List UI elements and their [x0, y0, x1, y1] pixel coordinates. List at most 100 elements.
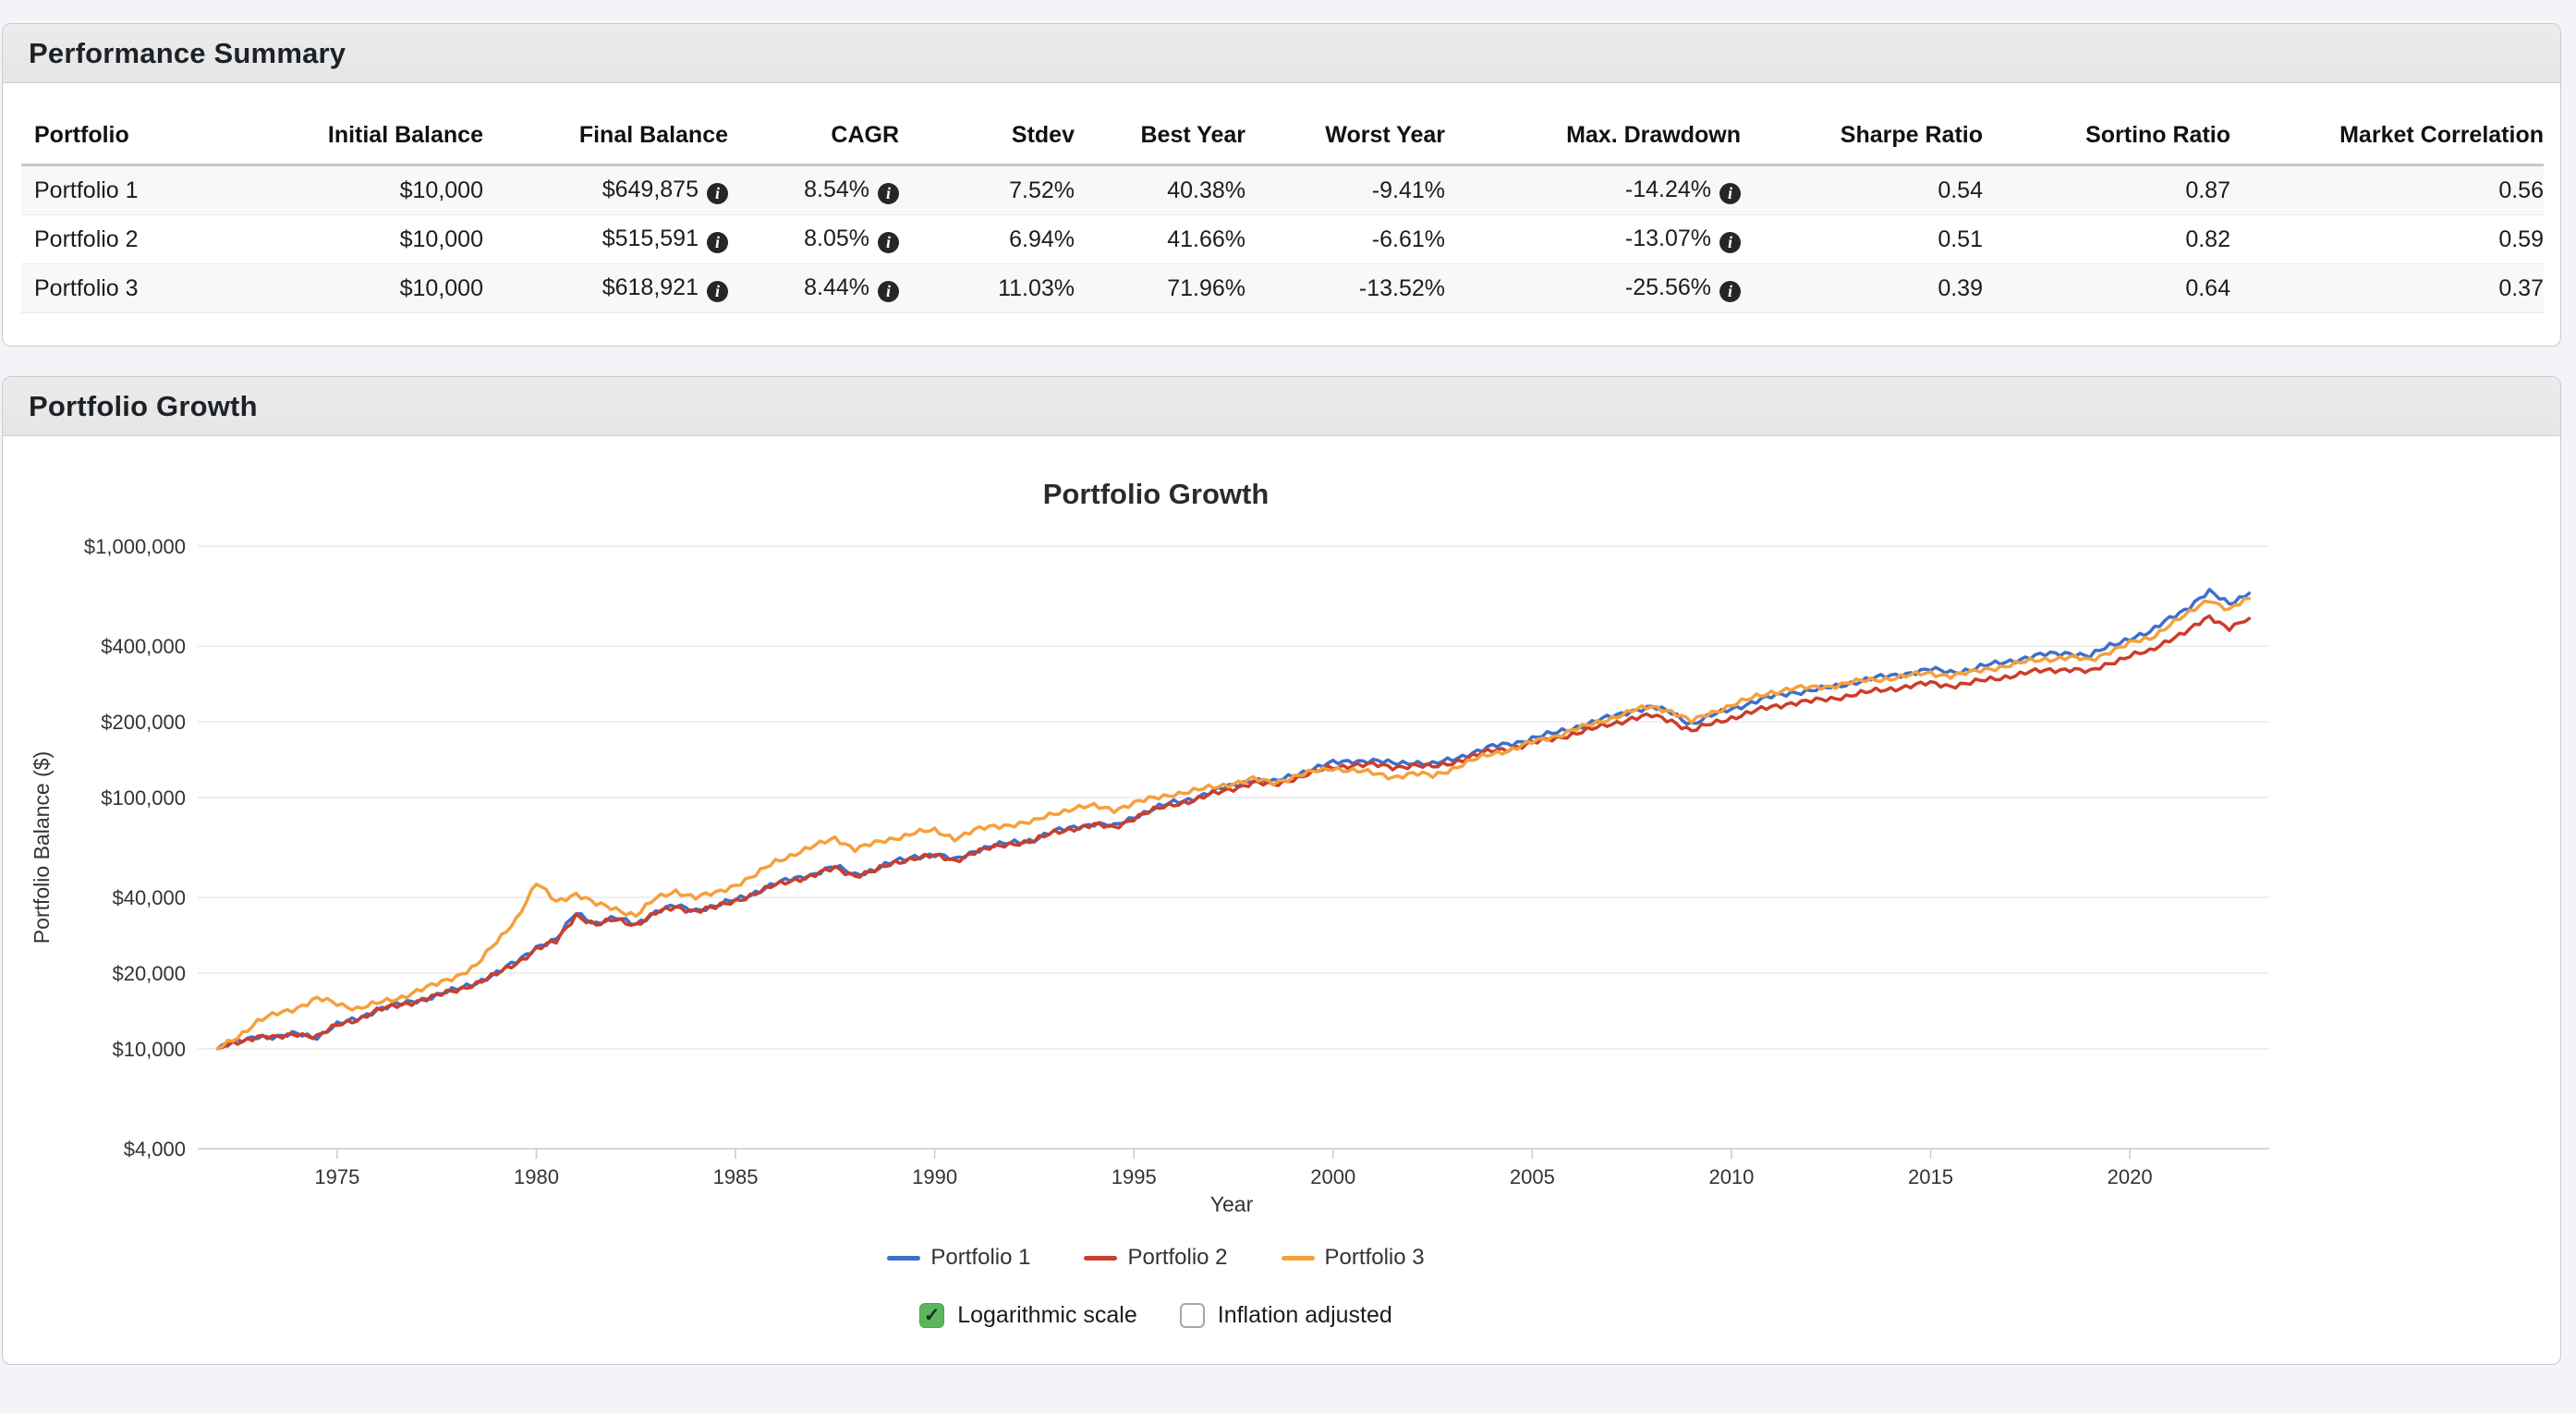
table-cell: 0.54 — [1741, 165, 1983, 215]
table-cell: Portfolio 1 — [21, 165, 298, 215]
table-cell: 0.64 — [1983, 264, 2230, 313]
table-cell: -14.24%i — [1445, 165, 1741, 215]
table-cell: -9.41% — [1245, 165, 1445, 215]
table-cell: 0.59 — [2230, 215, 2544, 264]
y-tick-label: $20,000 — [112, 962, 186, 985]
table-cell: -13.52% — [1245, 264, 1445, 313]
legend-item-portfolio-2[interactable]: Portfolio 2 — [1084, 1245, 1227, 1271]
chart-title: Portfolio Growth — [1043, 478, 1270, 510]
x-tick-label: 2010 — [1708, 1165, 1754, 1188]
performance-summary-table: PortfolioInitial BalanceFinal BalanceCAG… — [21, 109, 2544, 313]
control-label: Logarithmic scale — [957, 1302, 1137, 1329]
portfolio-growth-chart[interactable]: Portfolio Growth $1,000,000 $400,000 $200,0… — [3, 436, 2561, 1231]
x-tick-label: 1980 — [514, 1165, 559, 1188]
column-header-stdev: Stdev — [899, 109, 1075, 165]
info-icon[interactable]: i — [878, 183, 899, 204]
x-tick-label: 2020 — [2108, 1165, 2153, 1188]
table-header-row: PortfolioInitial BalanceFinal BalanceCAG… — [21, 109, 2544, 165]
info-icon[interactable]: i — [1719, 281, 1741, 302]
table-cell: $618,921i — [483, 264, 728, 313]
performance-summary-title: Performance Summary — [29, 37, 346, 70]
table-cell: 0.82 — [1983, 215, 2230, 264]
legend-label: Portfolio 3 — [1325, 1245, 1425, 1271]
table-cell: -6.61% — [1245, 215, 1445, 264]
column-header-cagr: CAGR — [728, 109, 899, 165]
info-icon[interactable]: i — [878, 281, 899, 302]
table-cell: $649,875i — [483, 165, 728, 215]
table-row: Portfolio 2$10,000$515,591i8.05%i6.94%41… — [21, 215, 2544, 264]
info-icon[interactable]: i — [1719, 183, 1741, 204]
x-tick-label: 2015 — [1908, 1165, 1953, 1188]
unchecked-checkbox[interactable] — [1180, 1303, 1205, 1328]
table-cell: 71.96% — [1075, 264, 1245, 313]
y-tick-label: $4,000 — [124, 1138, 186, 1161]
info-icon[interactable]: i — [707, 183, 728, 204]
table-row: Portfolio 3$10,000$618,921i8.44%i11.03%7… — [21, 264, 2544, 313]
table-cell: 6.94% — [899, 215, 1075, 264]
column-header-sharpe-ratio: Sharpe Ratio — [1741, 109, 1983, 165]
portfolio-growth-header: Portfolio Growth — [3, 377, 2560, 436]
y-axis-title: Portfolio Balance ($) — [30, 751, 54, 944]
x-tick-label: 1995 — [1112, 1165, 1157, 1188]
legend-item-portfolio-3[interactable]: Portfolio 3 — [1282, 1245, 1425, 1271]
legend-label: Portfolio 2 — [1127, 1245, 1227, 1271]
table-cell: 11.03% — [899, 264, 1075, 313]
table-cell: 7.52% — [899, 165, 1075, 215]
table-cell: Portfolio 2 — [21, 215, 298, 264]
table-cell: -25.56%i — [1445, 264, 1741, 313]
column-header-initial-balance: Initial Balance — [298, 109, 483, 165]
portfolio-growth-title: Portfolio Growth — [29, 390, 258, 423]
info-icon[interactable]: i — [1719, 232, 1741, 253]
checked-checkbox[interactable]: ✓ — [919, 1303, 944, 1328]
y-tick-label: $200,000 — [101, 711, 186, 734]
y-tick-label: $1,000,000 — [84, 535, 186, 558]
column-header-portfolio: Portfolio — [21, 109, 298, 165]
table-cell: 0.56 — [2230, 165, 2544, 215]
chart-controls: ✓ Logarithmic scale Inflation adjusted — [3, 1286, 2309, 1344]
table-cell: 41.66% — [1075, 215, 1245, 264]
control-logarithmic-scale: ✓ Logarithmic scale — [919, 1302, 1137, 1329]
table-cell: Portfolio 3 — [21, 264, 298, 313]
table-cell: 8.05%i — [728, 215, 899, 264]
table-cell: $10,000 — [298, 215, 483, 264]
table-cell: 8.44%i — [728, 264, 899, 313]
performance-summary-header: Performance Summary — [3, 24, 2560, 83]
x-tick-label: 1990 — [912, 1165, 957, 1188]
table-cell: 0.37 — [2230, 264, 2544, 313]
x-tick-label: 1975 — [314, 1165, 359, 1188]
table-cell: 8.54%i — [728, 165, 899, 215]
table-cell: 0.87 — [1983, 165, 2230, 215]
checkmark-icon: ✓ — [924, 1306, 941, 1325]
y-tick-label: $400,000 — [101, 635, 186, 658]
table-cell: 0.39 — [1741, 264, 1983, 313]
control-label: Inflation adjusted — [1218, 1302, 1392, 1329]
table-cell: $10,000 — [298, 264, 483, 313]
table-cell: 40.38% — [1075, 165, 1245, 215]
info-icon[interactable]: i — [878, 232, 899, 253]
control-inflation-adjusted: Inflation adjusted — [1180, 1302, 1392, 1329]
series-line-portfolio-1 — [218, 590, 2250, 1049]
series-line-portfolio-2 — [218, 616, 2250, 1049]
chart-legend: Portfolio 1 Portfolio 2 Portfolio 3 — [3, 1233, 2309, 1283]
legend-item-portfolio-1[interactable]: Portfolio 1 — [887, 1245, 1030, 1271]
table-cell: 0.51 — [1741, 215, 1983, 264]
x-tick-label: 1985 — [713, 1165, 759, 1188]
performance-summary-panel: Performance Summary PortfolioInitial Bal… — [2, 23, 2561, 347]
y-tick-label: $100,000 — [101, 786, 186, 810]
column-header-best-year: Best Year — [1075, 109, 1245, 165]
legend-swatch — [1282, 1256, 1315, 1261]
legend-label: Portfolio 1 — [930, 1245, 1030, 1271]
info-icon[interactable]: i — [707, 281, 728, 302]
table-row: Portfolio 1$10,000$649,875i8.54%i7.52%40… — [21, 165, 2544, 215]
x-axis-title: Year — [1210, 1192, 1254, 1216]
column-header-worst-year: Worst Year — [1245, 109, 1445, 165]
x-tick-label: 2005 — [1510, 1165, 1555, 1188]
series-line-portfolio-3 — [218, 599, 2250, 1049]
info-icon[interactable]: i — [707, 232, 728, 253]
column-header-sortino-ratio: Sortino Ratio — [1983, 109, 2230, 165]
legend-swatch — [1084, 1256, 1117, 1261]
y-tick-label: $10,000 — [112, 1038, 186, 1061]
portfolio-growth-panel: Portfolio Growth Portfolio Growth $1,000,… — [2, 376, 2561, 1365]
legend-swatch — [887, 1256, 920, 1261]
column-header-max-drawdown: Max. Drawdown — [1445, 109, 1741, 165]
